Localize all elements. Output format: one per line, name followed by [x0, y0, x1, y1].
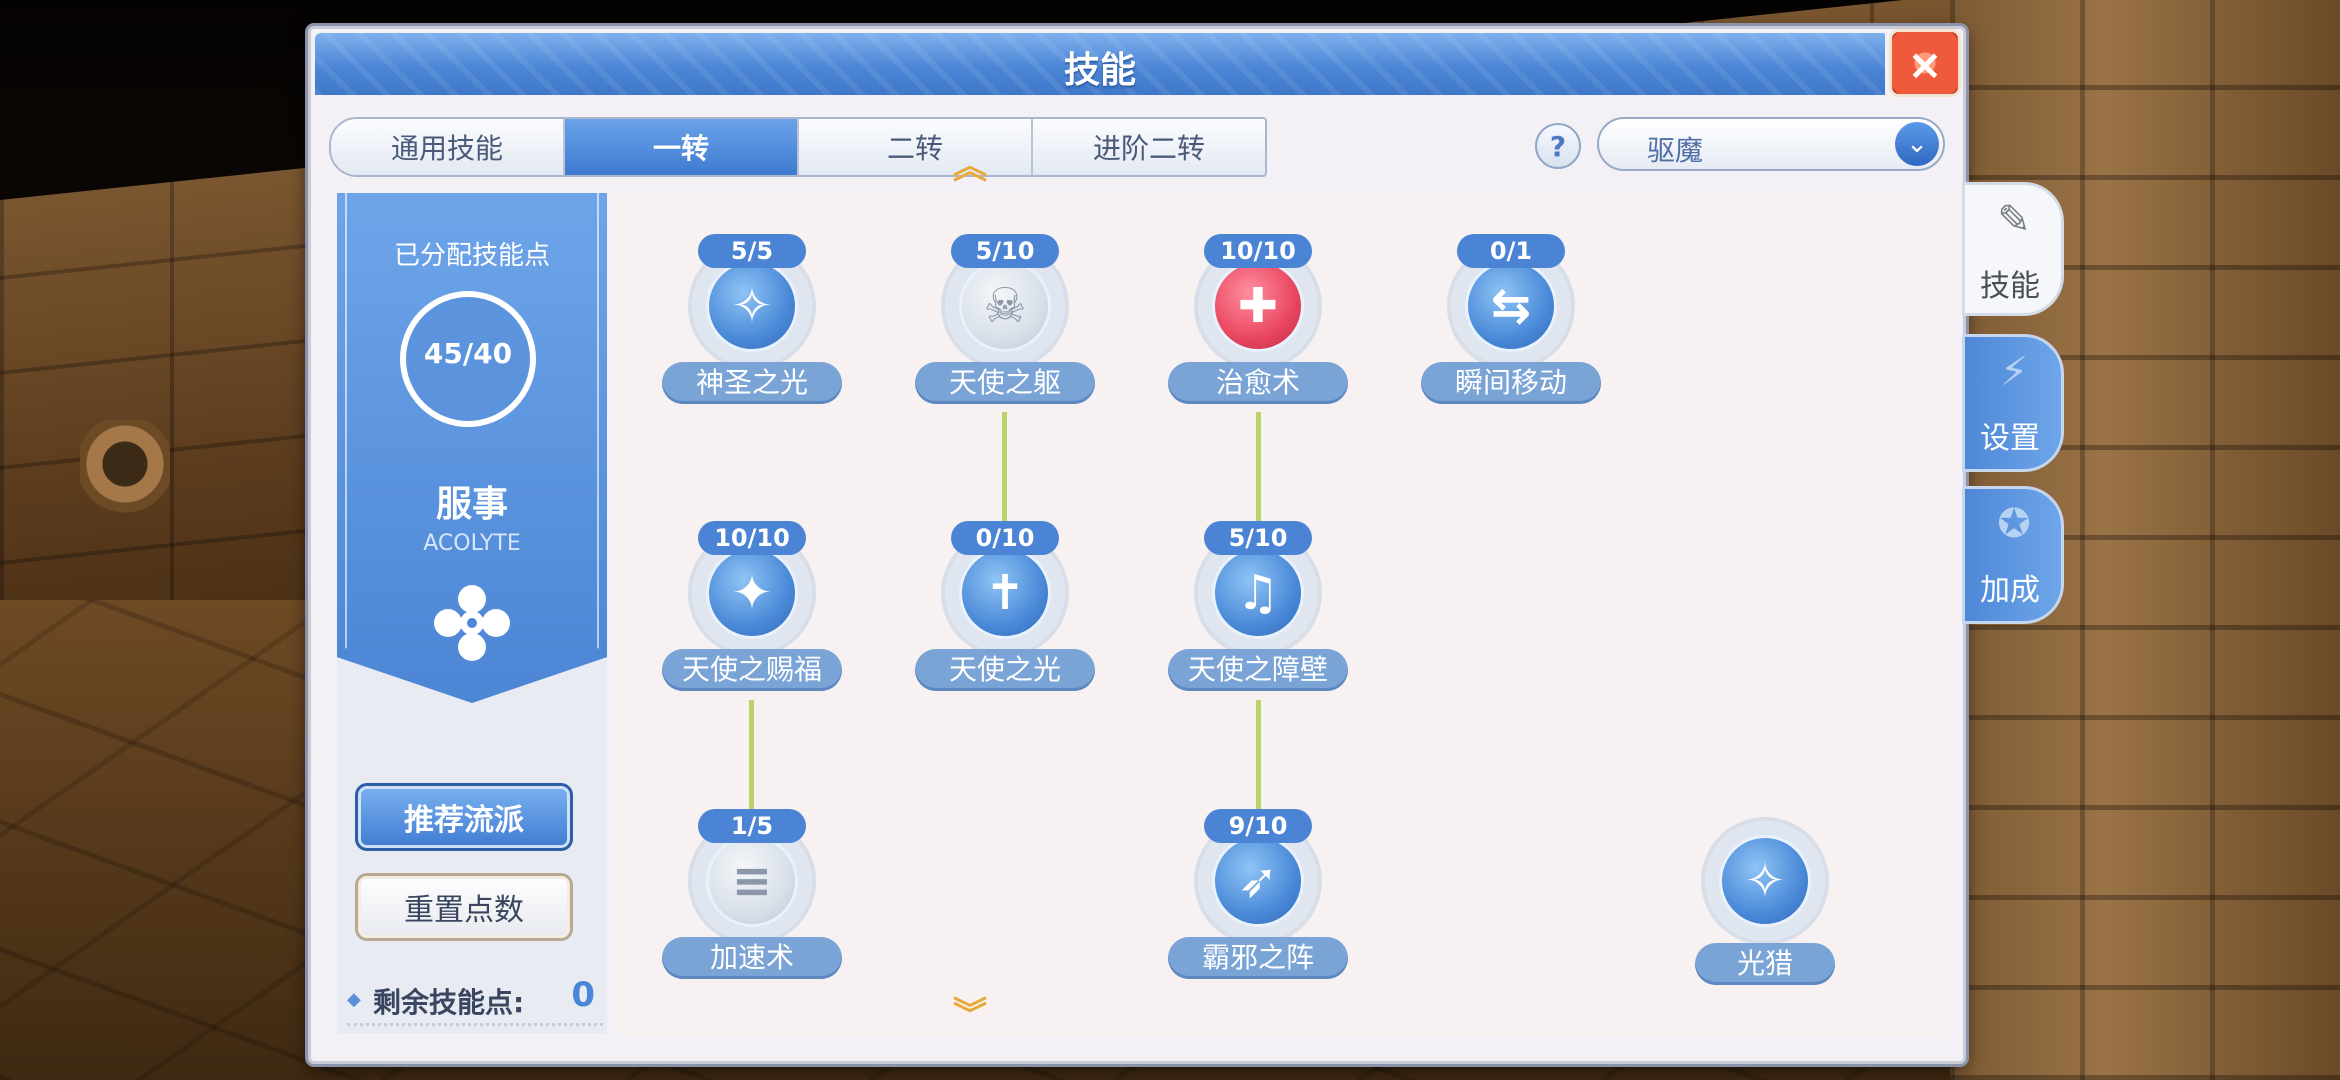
job-name: 服事 [435, 484, 508, 525]
medal-icon: ✪ [1997, 501, 2031, 547]
skill-name: 天使之障壁 [1168, 649, 1348, 691]
recommend-build-button[interactable]: 推荐流派 [355, 783, 573, 851]
allocated-points-value: 45/40 [423, 337, 513, 370]
tab-advanced-second-job[interactable]: 进阶二转 [1033, 119, 1265, 175]
angel-barrier-icon: ♫ [1212, 547, 1304, 639]
tab-second-job[interactable]: 二转 [799, 119, 1033, 175]
skill-name: 神圣之光 [662, 362, 842, 404]
reset-points-button[interactable]: 重置点数 [355, 873, 573, 941]
holy-light-icon: ✧ [706, 260, 798, 352]
skill-name: 天使之光 [915, 649, 1095, 691]
class-dropdown[interactable]: 驱魔 ⌄ [1597, 117, 1945, 171]
remaining-points-value: 0 [571, 975, 595, 1015]
side-tab-settings[interactable]: ⚡ 设置 [1962, 334, 2064, 472]
skill-name: 治愈术 [1168, 362, 1348, 404]
skill-level-badge: 5/10 [1204, 521, 1312, 555]
tab-first-job[interactable]: 一转 [565, 119, 799, 175]
skill-node-blessing[interactable]: ✦ 10/10 天使之赐福 [652, 521, 852, 711]
skill-node-teleport[interactable]: ⇆ 0/1 瞬间移动 [1411, 234, 1611, 424]
diamond-icon: ◆ [347, 989, 361, 1010]
skill-name: 霸邪之阵 [1168, 937, 1348, 979]
scroll-down-icon[interactable]: ︾ [948, 998, 992, 1032]
pneuma-icon: ➶ [1212, 835, 1304, 927]
side-tab-label: 技能 [1980, 269, 2040, 304]
job-tab-bar: 通用技能 一转 二转 进阶二转 [329, 117, 1267, 177]
side-tab-label: 设置 [1980, 421, 2040, 456]
title-bar: 技能 [315, 33, 1885, 95]
window-title: 技能 [1063, 50, 1136, 91]
job-name-english: ACOLYTE [423, 531, 521, 556]
blessing-icon: ✦ [706, 547, 798, 639]
skill-level-badge: 0/10 [951, 521, 1059, 555]
help-icon[interactable]: ? [1535, 123, 1581, 169]
skill-connector [1002, 412, 1007, 532]
skill-level-badge: 1/5 [698, 809, 806, 843]
increase-agi-icon: ≡ [706, 835, 798, 927]
skill-connector [749, 700, 754, 822]
skill-connector [1256, 700, 1261, 822]
scroll-up-icon[interactable]: ︽ [948, 150, 992, 184]
skill-name: 光猎 [1695, 943, 1835, 985]
job-info-sidebar: 已分配技能点 45/40 服事 ACOLYTE 推荐流派 重置点数 ◆ 剩余技能… [337, 193, 607, 1033]
side-tab-bonus[interactable]: ✪ 加成 [1962, 486, 2064, 624]
skill-node-pneuma[interactable]: ➶ 9/10 霸邪之阵 [1158, 809, 1358, 999]
skill-node-increase-agi[interactable]: ≡ 1/5 加速术 [652, 809, 852, 999]
acolyte-cross-icon [434, 585, 510, 661]
skill-node-angel-barrier[interactable]: ♫ 5/10 天使之障壁 [1158, 521, 1358, 711]
skill-level-badge: 5/5 [698, 234, 806, 268]
close-icon: × [1907, 40, 1943, 89]
light-hunt-icon: ✧ [1719, 835, 1811, 927]
allocated-points-label: 已分配技能点 [393, 241, 550, 271]
skill-node-angel-light[interactable]: ✝ 0/10 天使之光 [905, 521, 1105, 711]
allocated-points-ring: 45/40 [400, 291, 536, 427]
heal-icon: ✚ [1212, 260, 1304, 352]
skill-icon-frame: ✧ [1705, 821, 1825, 941]
skill-node-holy-light[interactable]: ✧ 5/5 神圣之光 [652, 234, 852, 424]
close-button[interactable]: × [1889, 29, 1961, 97]
settings-bolt-icon: ⚡ [1999, 349, 2029, 395]
job-banner: 已分配技能点 45/40 服事 ACOLYTE [337, 193, 607, 703]
skill-node-angel-body[interactable]: ☠ 5/10 天使之躯 [905, 234, 1105, 424]
side-tab-skills[interactable]: ✎ 技能 [1962, 182, 2064, 316]
tab-common-skills[interactable]: 通用技能 [331, 119, 565, 175]
skill-level-badge: 10/10 [1204, 234, 1312, 268]
skill-name: 天使之躯 [915, 362, 1095, 404]
remaining-points-label: 剩余技能点: [373, 986, 525, 1019]
teleport-icon: ⇆ [1465, 260, 1557, 352]
skill-node-heal[interactable]: ✚ 10/10 治愈术 [1158, 234, 1358, 424]
angel-body-icon: ☠ [959, 260, 1051, 352]
skill-level-badge: 10/10 [698, 521, 806, 555]
skill-level-badge: 0/1 [1457, 234, 1565, 268]
skill-node-light-hunt[interactable]: ✧ 光猎 [1665, 815, 1865, 1005]
angel-light-icon: ✝ [959, 547, 1051, 639]
dotted-divider [347, 1023, 603, 1026]
skill-book-icon: ✎ [1997, 197, 2031, 243]
class-dropdown-value: 驱魔 [1647, 134, 1704, 167]
remaining-points-row: ◆ 剩余技能点: 0 [347, 975, 603, 1026]
side-tab-label: 加成 [1980, 573, 2040, 608]
chevron-down-icon: ⌄ [1895, 122, 1939, 166]
skill-connector [1256, 412, 1261, 532]
skill-level-badge: 9/10 [1204, 809, 1312, 843]
skill-name: 瞬间移动 [1421, 362, 1601, 404]
skill-level-badge: 5/10 [951, 234, 1059, 268]
skill-name: 加速术 [662, 937, 842, 979]
skill-name: 天使之赐福 [662, 649, 842, 691]
wall-torch [80, 420, 170, 530]
